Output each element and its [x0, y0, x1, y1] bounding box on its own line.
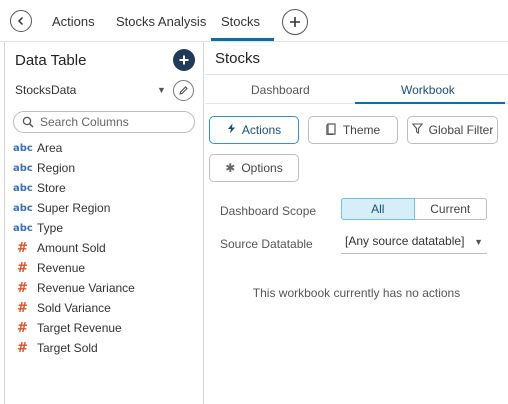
numeric-type-icon: #	[17, 320, 28, 336]
plus-icon	[290, 17, 300, 27]
list-item[interactable]: abc Store	[13, 178, 198, 198]
chevron-down-icon: ▼	[474, 237, 483, 247]
column-name: Type	[37, 221, 64, 235]
datasource-select[interactable]: StocksData	[15, 83, 76, 97]
panel-title: Data Table	[15, 52, 87, 69]
back-button[interactable]	[10, 10, 32, 32]
list-item[interactable]: abc Type	[13, 218, 198, 238]
global-filter-button[interactable]: Global Filter	[407, 116, 498, 144]
column-name: Sold Variance	[37, 301, 111, 315]
column-name: Store	[37, 181, 66, 195]
theme-icon	[326, 122, 337, 138]
theme-label: Theme	[342, 123, 381, 137]
gear-icon: ✱	[225, 161, 236, 175]
actions-button[interactable]: Actions	[209, 116, 299, 144]
numeric-type-icon: #	[17, 300, 28, 316]
column-name: Amount Sold	[37, 241, 106, 255]
tab-workbook[interactable]: Workbook	[401, 83, 455, 97]
scope-all-option[interactable]: All	[341, 198, 415, 220]
numeric-type-icon: #	[17, 340, 28, 356]
numeric-type-icon: #	[17, 260, 28, 276]
column-name: Area	[37, 141, 63, 155]
edit-datasource-button[interactable]	[173, 80, 194, 101]
column-name: Super Region	[37, 201, 111, 215]
column-list: abc Area abc Region abc Store abc Super Regi…	[13, 138, 198, 358]
source-datatable-value: [Any source datatable]	[345, 234, 465, 248]
pencil-icon	[179, 86, 188, 95]
back-arrow-icon	[17, 16, 24, 26]
add-column-button[interactable]	[173, 49, 195, 71]
list-item[interactable]: # Target Sold	[13, 338, 198, 358]
list-item[interactable]: abc Super Region	[13, 198, 198, 218]
add-tab-button[interactable]	[282, 9, 308, 35]
list-item[interactable]: # Revenue	[13, 258, 198, 278]
search-input[interactable]	[40, 115, 190, 129]
options-label: Options	[241, 161, 283, 175]
list-item[interactable]: abc Region	[13, 158, 198, 178]
theme-button[interactable]: Theme	[308, 116, 398, 144]
text-type-icon: abc	[13, 142, 33, 154]
search-icon	[22, 116, 34, 128]
tab-actions[interactable]: Actions	[52, 14, 95, 29]
column-name: Region	[37, 161, 76, 175]
chevron-down-icon[interactable]: ▼	[157, 85, 166, 95]
dashboard-settings-panel: Stocks Dashboard Workbook Actions Theme …	[205, 42, 508, 404]
lightning-icon	[227, 123, 236, 137]
text-type-icon: abc	[13, 162, 33, 174]
list-item[interactable]: # Target Revenue	[13, 318, 198, 338]
top-tab-bar: Actions Stocks Analysis Stocks	[0, 0, 508, 42]
list-item[interactable]: # Sold Variance	[13, 298, 198, 318]
numeric-type-icon: #	[17, 240, 28, 256]
column-name: Target Revenue	[37, 321, 122, 335]
column-name: Target Sold	[37, 341, 98, 355]
list-item[interactable]: # Revenue Variance	[13, 278, 198, 298]
plus-icon	[179, 55, 189, 65]
list-item[interactable]: abc Area	[13, 138, 198, 158]
tab-dashboard[interactable]: Dashboard	[251, 83, 310, 97]
text-type-icon: abc	[13, 222, 33, 234]
source-datatable-select[interactable]: [Any source datatable] ▼	[341, 234, 487, 254]
scope-current-option[interactable]: Current	[415, 199, 487, 219]
tab-stocks[interactable]: Stocks	[221, 14, 260, 29]
dashboard-scope-toggle: All Current	[341, 198, 487, 220]
dashboard-scope-label: Dashboard Scope	[220, 204, 317, 218]
tab-stocks-analysis[interactable]: Stocks Analysis	[116, 14, 206, 29]
numeric-type-icon: #	[17, 280, 28, 296]
search-columns-box[interactable]	[13, 111, 195, 133]
active-subtab-indicator	[355, 102, 505, 104]
text-type-icon: abc	[13, 182, 33, 194]
list-item[interactable]: # Amount Sold	[13, 238, 198, 258]
options-button[interactable]: ✱ Options	[209, 154, 299, 182]
actions-label: Actions	[241, 123, 282, 137]
column-name: Revenue Variance	[37, 281, 135, 295]
global-filter-label: Global Filter	[428, 123, 494, 137]
data-table-panel: Data Table StocksData ▼ abc Area abc Regio…	[4, 42, 204, 404]
text-type-icon: abc	[13, 202, 33, 214]
source-datatable-label: Source Datatable	[220, 237, 313, 251]
filter-icon	[411, 123, 424, 137]
divider	[205, 74, 508, 75]
column-name: Revenue	[37, 261, 86, 275]
empty-state-message: This workbook currently has no actions	[252, 286, 461, 300]
panel-title: Stocks	[215, 50, 261, 67]
